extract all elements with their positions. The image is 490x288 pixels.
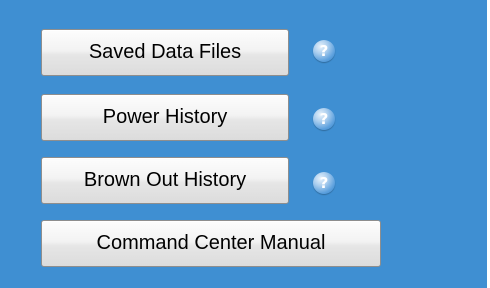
button-panel: Saved Data Files ? Power History ? Brown… [0,0,490,288]
command-center-manual-button[interactable]: Command Center Manual [41,220,381,267]
power-history-help-icon[interactable]: ? [313,108,335,130]
brown-out-history-button[interactable]: Brown Out History [41,157,289,204]
brown-out-history-help-icon[interactable]: ? [313,172,335,194]
saved-data-files-button[interactable]: Saved Data Files [41,29,289,76]
saved-data-files-help-icon[interactable]: ? [313,40,335,62]
power-history-button[interactable]: Power History [41,94,289,141]
